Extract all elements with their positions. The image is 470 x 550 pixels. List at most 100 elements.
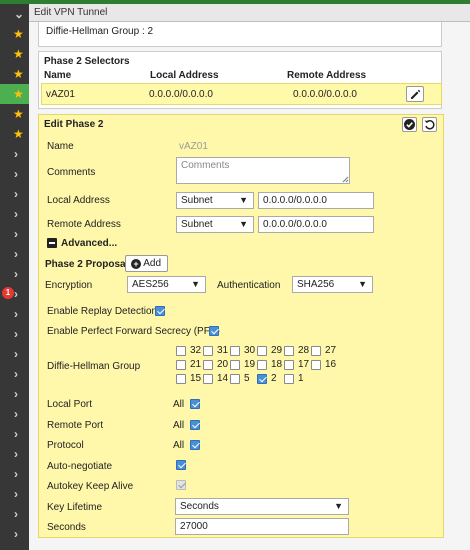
encryption-select[interactable]: AES256 ▼ [127,276,206,293]
remote-address-type-select[interactable]: Subnet ▼ [176,216,254,233]
remote-port-label: Remote Port [47,420,104,431]
remote-address-input[interactable]: 0.0.0.0/0.0.0.0 [258,216,374,233]
sidebar-item-section-17[interactable]: › [0,464,29,484]
caret-down-icon: ▼ [191,279,200,289]
dh-group-checkbox[interactable] [257,346,267,356]
dh-group-checkbox[interactable] [203,346,213,356]
sidebar-item-favorite-1[interactable]: ★ [0,24,29,44]
local-address-type-select[interactable]: Subnet ▼ [176,192,254,209]
remote-port-all-checkbox[interactable] [190,420,200,430]
dh-group-checkbox[interactable] [176,346,186,356]
auto-negotiate-label: Auto-negotiate [47,461,113,472]
dh-group-checkbox[interactable] [230,360,240,370]
protocol-all-checkbox[interactable] [190,440,200,450]
sidebar-item-section-12[interactable]: › [0,364,29,384]
star-icon: ★ [13,107,24,121]
notification-badge: 1 [2,287,14,299]
dh-group-checkbox[interactable] [230,346,240,356]
sidebar-item-section-7[interactable]: › [0,264,29,284]
dh-group-checkbox[interactable] [311,360,321,370]
sidebar-item-section-1[interactable]: › [0,144,29,164]
sidebar-item-section-14[interactable]: › [0,404,29,424]
chevron-right-icon: › [14,287,18,301]
sidebar-item-section-20[interactable]: › [0,524,29,544]
sidebar-item-section-15[interactable]: › [0,424,29,444]
local-address-input[interactable]: 0.0.0.0/0.0.0.0 [258,192,374,209]
sidebar-item-section-18[interactable]: › [0,484,29,504]
dh-group-checkbox[interactable] [311,346,321,356]
caret-down-icon: ▼ [239,219,248,229]
sidebar-item-section-5[interactable]: › [0,224,29,244]
dh-group-checkbox[interactable] [203,374,213,384]
chevron-down-icon: ⌄ [14,7,25,21]
dh-group-number: 16 [325,359,337,370]
comments-field[interactable]: Comments [176,157,350,184]
chevron-right-icon: › [14,327,18,341]
dh-group-number: 18 [271,359,283,370]
protocol-value: All [173,440,185,451]
dh-group-label: Diffie-Hellman Group [47,361,141,372]
dh-group-checkbox[interactable] [176,374,186,384]
local-port-value: All [173,399,185,410]
dh-group-number: 27 [325,345,337,356]
sidebar-item-favorite-active[interactable]: ★ [0,84,29,104]
revert-button[interactable] [422,117,437,132]
edit-row-button[interactable] [406,86,424,102]
undo-icon [424,120,435,130]
add-proposal-button[interactable]: + Add [125,255,168,272]
edit-phase2-title: Edit Phase 2 [44,119,104,130]
dh-group-checkbox[interactable] [284,346,294,356]
chevron-right-icon: › [14,427,18,441]
sidebar-item-favorite-3[interactable]: ★ [0,64,29,84]
dh-group-checkbox[interactable] [257,374,267,384]
sidebar-item-section-2[interactable]: › [0,164,29,184]
remote-port-value: All [173,420,185,431]
authentication-select[interactable]: SHA256 ▼ [292,276,373,293]
local-port-all-checkbox[interactable] [190,399,200,409]
plus-circle-icon: + [131,259,141,269]
chevron-right-icon: › [14,167,18,181]
sidebar-item-favorite-2[interactable]: ★ [0,44,29,64]
sidebar-item-section-9[interactable]: › [0,304,29,324]
dh-group-checkbox[interactable] [257,360,267,370]
replay-detection-checkbox[interactable] [155,306,165,316]
chevron-right-icon: › [14,407,18,421]
dh-group-checkbox[interactable] [176,360,186,370]
collapse-minus-icon[interactable] [47,238,57,248]
sidebar-item-favorite-5[interactable]: ★ [0,104,29,124]
sidebar-item-section-3[interactable]: › [0,184,29,204]
advanced-toggle[interactable]: Advanced... [61,238,117,249]
sidebar-item-section-4[interactable]: › [0,204,29,224]
caret-down-icon: ▼ [239,195,248,205]
dh-group-checkbox[interactable] [230,374,240,384]
sidebar-item-section-13[interactable]: › [0,384,29,404]
sidebar-item-section-6[interactable]: › [0,244,29,264]
confirm-button[interactable] [402,117,417,132]
dh-group-number: 17 [298,359,310,370]
dh-group-checkbox[interactable] [284,374,294,384]
key-lifetime-select[interactable]: Seconds ▼ [175,498,349,515]
sidebar-item-section-8[interactable]: 1 › [0,284,29,304]
resize-handle-icon[interactable] [342,176,349,183]
sidebar-item-section-16[interactable]: › [0,444,29,464]
phase2-selectors-title: Phase 2 Selectors [44,56,130,67]
seconds-input[interactable]: 27000 [175,518,349,535]
auto-negotiate-checkbox[interactable] [176,460,186,470]
pfs-checkbox[interactable] [209,326,219,336]
table-row[interactable]: vAZ01 0.0.0.0/0.0.0.0 0.0.0.0/0.0.0.0 [41,83,442,105]
sidebar-item-section-11[interactable]: › [0,344,29,364]
authentication-label: Authentication [217,280,281,291]
sidebar-item-section-19[interactable]: › [0,504,29,524]
autokey-keep-alive-label: Autokey Keep Alive [47,481,134,492]
sidebar-item-favorite-6[interactable]: ★ [0,124,29,144]
star-icon: ★ [13,47,24,61]
dh-group-number: 15 [190,373,202,384]
chevron-right-icon: › [14,247,18,261]
dh-group-checkbox[interactable] [203,360,213,370]
chevron-right-icon: › [14,387,18,401]
sidebar-item-section-10[interactable]: › [0,324,29,344]
dh-group-number: 1 [298,373,304,384]
protocol-label: Protocol [47,440,84,451]
sidebar-item-collapse[interactable]: ⌄ [0,4,29,24]
dh-group-checkbox[interactable] [284,360,294,370]
